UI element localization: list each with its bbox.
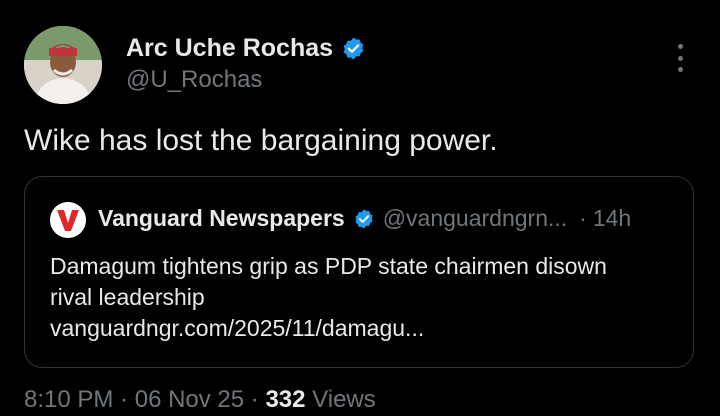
views-count[interactable]: 332 bbox=[265, 386, 305, 413]
tweet-time[interactable]: 8:10 PM bbox=[24, 386, 113, 413]
more-dot bbox=[677, 67, 683, 72]
quoted-headline-line2: rival leadership bbox=[50, 284, 205, 310]
author-name-row[interactable]: Arc Uche Rochas bbox=[126, 34, 366, 63]
author-name[interactable]: Arc Uche Rochas bbox=[126, 34, 333, 63]
more-dot bbox=[677, 44, 683, 49]
quoted-handle[interactable]: @vanguardngrn... bbox=[383, 205, 567, 232]
more-dot bbox=[677, 55, 683, 61]
more-options-icon[interactable] bbox=[668, 44, 692, 72]
tweet-text: Wike has lost the bargaining power. bbox=[24, 124, 498, 157]
author-handle[interactable]: @U_Rochas bbox=[126, 66, 262, 94]
quoted-avatar[interactable] bbox=[50, 202, 86, 238]
quoted-link[interactable]: vanguardngr.com/2025/11/damagu... bbox=[50, 313, 680, 344]
quoted-header: Vanguard Newspapers @vanguardngrn... · 1… bbox=[98, 205, 631, 232]
author-avatar[interactable] bbox=[24, 26, 102, 104]
quoted-body: Damagum tightens grip as PDP state chair… bbox=[50, 251, 680, 344]
meta-separator: · bbox=[244, 386, 266, 413]
quoted-headline-line1: Damagum tightens grip as PDP state chair… bbox=[50, 253, 607, 279]
quoted-separator: · bbox=[579, 205, 587, 231]
quoted-timestamp[interactable]: 14h bbox=[593, 205, 631, 232]
tweet-date[interactable]: 06 Nov 25 bbox=[135, 386, 244, 413]
verified-badge-icon bbox=[343, 37, 364, 60]
views-label[interactable]: Views bbox=[306, 386, 376, 413]
quoted-name[interactable]: Vanguard Newspapers bbox=[98, 205, 345, 232]
verified-badge-icon bbox=[355, 208, 373, 229]
tweet-meta: 8:10 PM · 06 Nov 25 · 332 Views bbox=[24, 386, 376, 414]
meta-separator: · bbox=[113, 386, 135, 413]
quoted-tweet-card[interactable]: Vanguard Newspapers @vanguardngrn... · 1… bbox=[24, 176, 694, 368]
